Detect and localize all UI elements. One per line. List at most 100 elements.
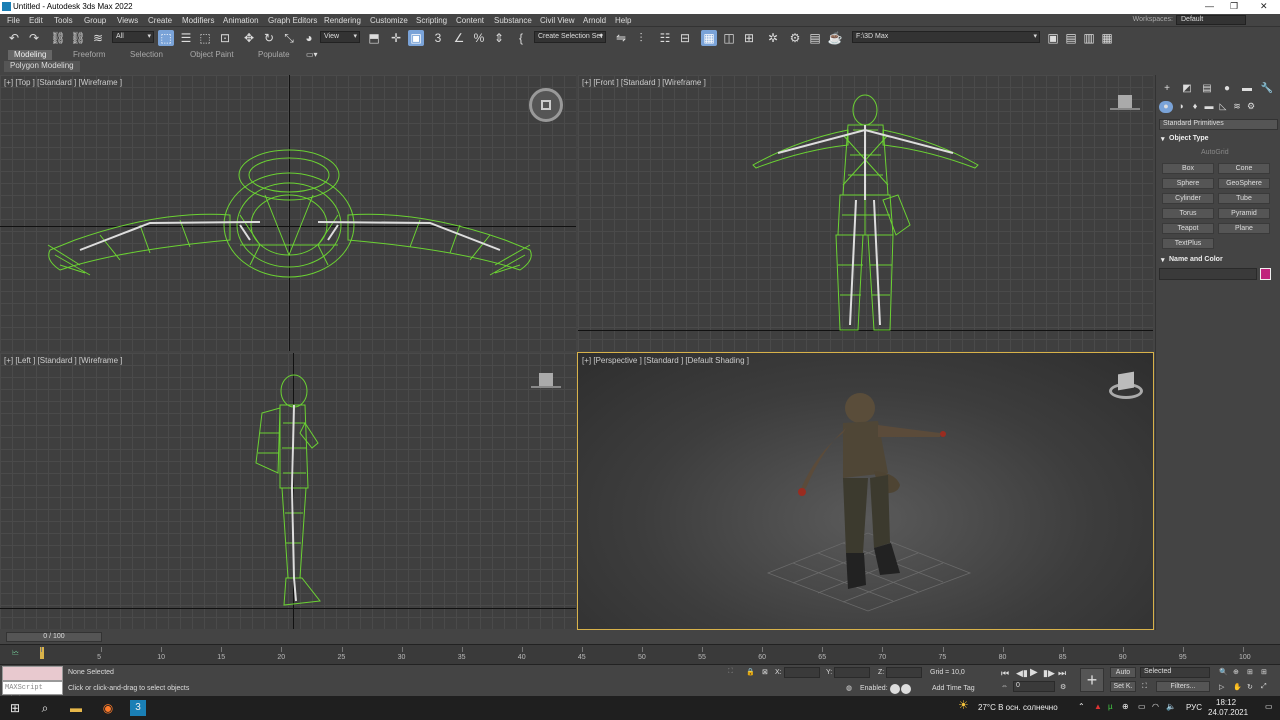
tray-wifi-icon[interactable]: ◠ [1152, 702, 1159, 711]
language-indicator[interactable]: РУС [1186, 703, 1202, 712]
menu-tools[interactable]: Tools [54, 16, 73, 25]
ribbon-options-icon[interactable]: ▭▾ [306, 50, 318, 60]
torus-button[interactable]: Torus [1162, 208, 1214, 219]
box-button[interactable]: Box [1162, 163, 1214, 174]
helpers-icon[interactable]: ◺ [1216, 101, 1230, 113]
shapes-icon[interactable]: ◑ [1174, 101, 1188, 113]
time-slider-handle[interactable]: 0 / 100 [6, 632, 102, 642]
tray-chevron-icon[interactable]: ⌃ [1078, 702, 1085, 711]
tray-network-icon[interactable]: ⊕ [1122, 702, 1129, 711]
material-editor-icon[interactable]: ✲ [765, 30, 781, 46]
toggle-ribbon-icon[interactable]: ▦ [701, 30, 717, 46]
menu-graph-editors[interactable]: Graph Editors [268, 16, 317, 25]
menu-views[interactable]: Views [117, 16, 138, 25]
primitive-category-dropdown[interactable]: Standard Primitives [1159, 119, 1278, 130]
bind-spacewarp-icon[interactable]: ≋ [90, 30, 106, 46]
orbit-icon[interactable]: ↻ [1247, 683, 1253, 691]
zoom-all-icon[interactable]: ⊕ [1233, 668, 1239, 676]
sphere-button[interactable]: Sphere [1162, 178, 1214, 189]
go-to-start-icon[interactable]: ⏮ [1001, 668, 1009, 679]
minimize-icon[interactable]: — [1205, 1, 1214, 11]
viewport-perspective[interactable]: [+] [Perspective ] [Standard ] [Default … [577, 352, 1154, 630]
name-and-color-rollout[interactable]: Name and Color [1159, 256, 1278, 268]
add-time-tag[interactable]: Add Time Tag [932, 685, 975, 692]
trackbar-toggle-icon[interactable]: 🗠 [12, 649, 19, 660]
menu-modifiers[interactable]: Modifiers [182, 16, 214, 25]
y-coord-field[interactable] [834, 667, 870, 678]
menu-scripting[interactable]: Scripting [416, 16, 447, 25]
reference-coordinate-dropdown[interactable]: View [320, 31, 360, 43]
current-frame-field[interactable]: 0 [1013, 681, 1055, 692]
autogrid-checkbox[interactable]: AutoGrid [1201, 149, 1229, 156]
cone-button[interactable]: Cone [1218, 163, 1270, 174]
scale-icon[interactable]: ⤡ [281, 30, 297, 46]
menu-help[interactable]: Help [615, 16, 631, 25]
track-bar[interactable]: 🗠 5 10 15 20 25 30 35 40 45 50 55 60 65 70 75 80 85 90 95 1… [0, 644, 1280, 664]
menu-edit[interactable]: Edit [29, 16, 43, 25]
render-setup-icon[interactable]: ⚙ [787, 30, 803, 46]
key-filter-dropdown[interactable]: Selected [1140, 667, 1210, 678]
tab-modeling[interactable]: Modeling [8, 50, 53, 60]
teapot-button[interactable]: Teapot [1162, 223, 1214, 234]
cameras-icon[interactable]: ▬ [1202, 101, 1216, 113]
scene-explorer-icon[interactable]: ☷ [657, 30, 673, 46]
tab-object-paint[interactable]: Object Paint [190, 50, 234, 60]
create-tab-icon[interactable]: + [1160, 83, 1174, 95]
tray-utorrent-icon[interactable]: µ [1108, 702, 1113, 711]
cylinder-button[interactable]: Cylinder [1162, 193, 1214, 204]
tab-selection[interactable]: Selection [130, 50, 163, 60]
systems-icon[interactable]: ⚙ [1244, 101, 1258, 113]
info-icon[interactable] [901, 684, 911, 694]
search-icon[interactable]: ⌕ [37, 700, 53, 716]
filters-button[interactable]: Filters... [1156, 681, 1210, 692]
rendered-frame-window-icon[interactable]: ▤ [807, 30, 823, 46]
key-filters-icon[interactable]: ⛶ [1142, 683, 1147, 691]
menu-customize[interactable]: Customize [370, 16, 408, 25]
pan-icon[interactable]: ✋ [1233, 683, 1242, 691]
viewcube-perspective-icon[interactable] [1109, 371, 1143, 401]
clock-date[interactable]: 24.07.2021 [1208, 708, 1248, 717]
enabled-toggle-icon[interactable] [890, 684, 900, 694]
object-name-field[interactable] [1159, 268, 1257, 280]
redo-icon[interactable]: ↷ [26, 30, 42, 46]
keyboard-shortcut-override-icon[interactable]: ▣ [408, 30, 424, 46]
object-type-rollout[interactable]: Object Type [1159, 135, 1278, 147]
render-production-icon[interactable]: ☕ [827, 30, 843, 46]
undo-icon[interactable]: ↶ [6, 30, 22, 46]
pivot-center-icon[interactable]: ⬒ [366, 30, 382, 46]
set-project-icon[interactable]: ▦ [1099, 30, 1115, 46]
absolute-mode-icon[interactable]: ⊠ [762, 668, 768, 676]
mirror-icon[interactable]: ⇋ [613, 30, 629, 46]
maximize-viewport-icon[interactable]: ⤢ [1261, 683, 1267, 691]
save-folder-icon[interactable]: ▥ [1081, 30, 1097, 46]
set-key-button[interactable]: Set K. [1110, 681, 1136, 692]
time-configuration-icon[interactable]: ⚙ [1060, 683, 1066, 691]
motion-tab-icon[interactable]: ● [1220, 83, 1234, 95]
align-icon[interactable]: ⫶ [633, 30, 649, 46]
lock-selection-icon[interactable]: 🔒 [746, 668, 755, 676]
selection-region-icon[interactable]: ⬚ [197, 30, 213, 46]
menu-substance[interactable]: Substance [494, 16, 532, 25]
percent-snap-icon[interactable]: % [471, 30, 487, 46]
maxscript-mini-input[interactable]: MAXScript Mini [2, 681, 63, 704]
selection-filter-dropdown[interactable]: All [112, 31, 154, 43]
hierarchy-tab-icon[interactable]: ▤ [1200, 83, 1214, 95]
menu-arnold[interactable]: Arnold [583, 16, 606, 25]
placement-icon[interactable]: ◕ [301, 30, 317, 46]
pyramid-button[interactable]: Pyramid [1218, 208, 1270, 219]
edit-named-selection-icon[interactable]: { [513, 30, 529, 46]
menu-create[interactable]: Create [148, 16, 172, 25]
tube-button[interactable]: Tube [1218, 193, 1270, 204]
field-of-view-icon[interactable]: ▷ [1219, 683, 1224, 691]
lights-icon[interactable]: ♦ [1188, 101, 1202, 113]
move-icon[interactable]: ✥ [241, 30, 257, 46]
link-icon[interactable]: ⛓ [50, 30, 66, 46]
object-color-swatch[interactable] [1260, 268, 1271, 280]
zoom-extents-all-icon[interactable]: ⊞ [1261, 668, 1267, 676]
spinner-snap-icon[interactable]: ⇕ [491, 30, 507, 46]
menu-animation[interactable]: Animation [223, 16, 259, 25]
weather-icon[interactable]: ☀ [958, 698, 969, 712]
maximize-icon[interactable]: ❐ [1230, 1, 1238, 12]
x-coord-field[interactable] [784, 667, 820, 678]
previous-frame-icon[interactable]: ◀▮ [1016, 668, 1028, 679]
